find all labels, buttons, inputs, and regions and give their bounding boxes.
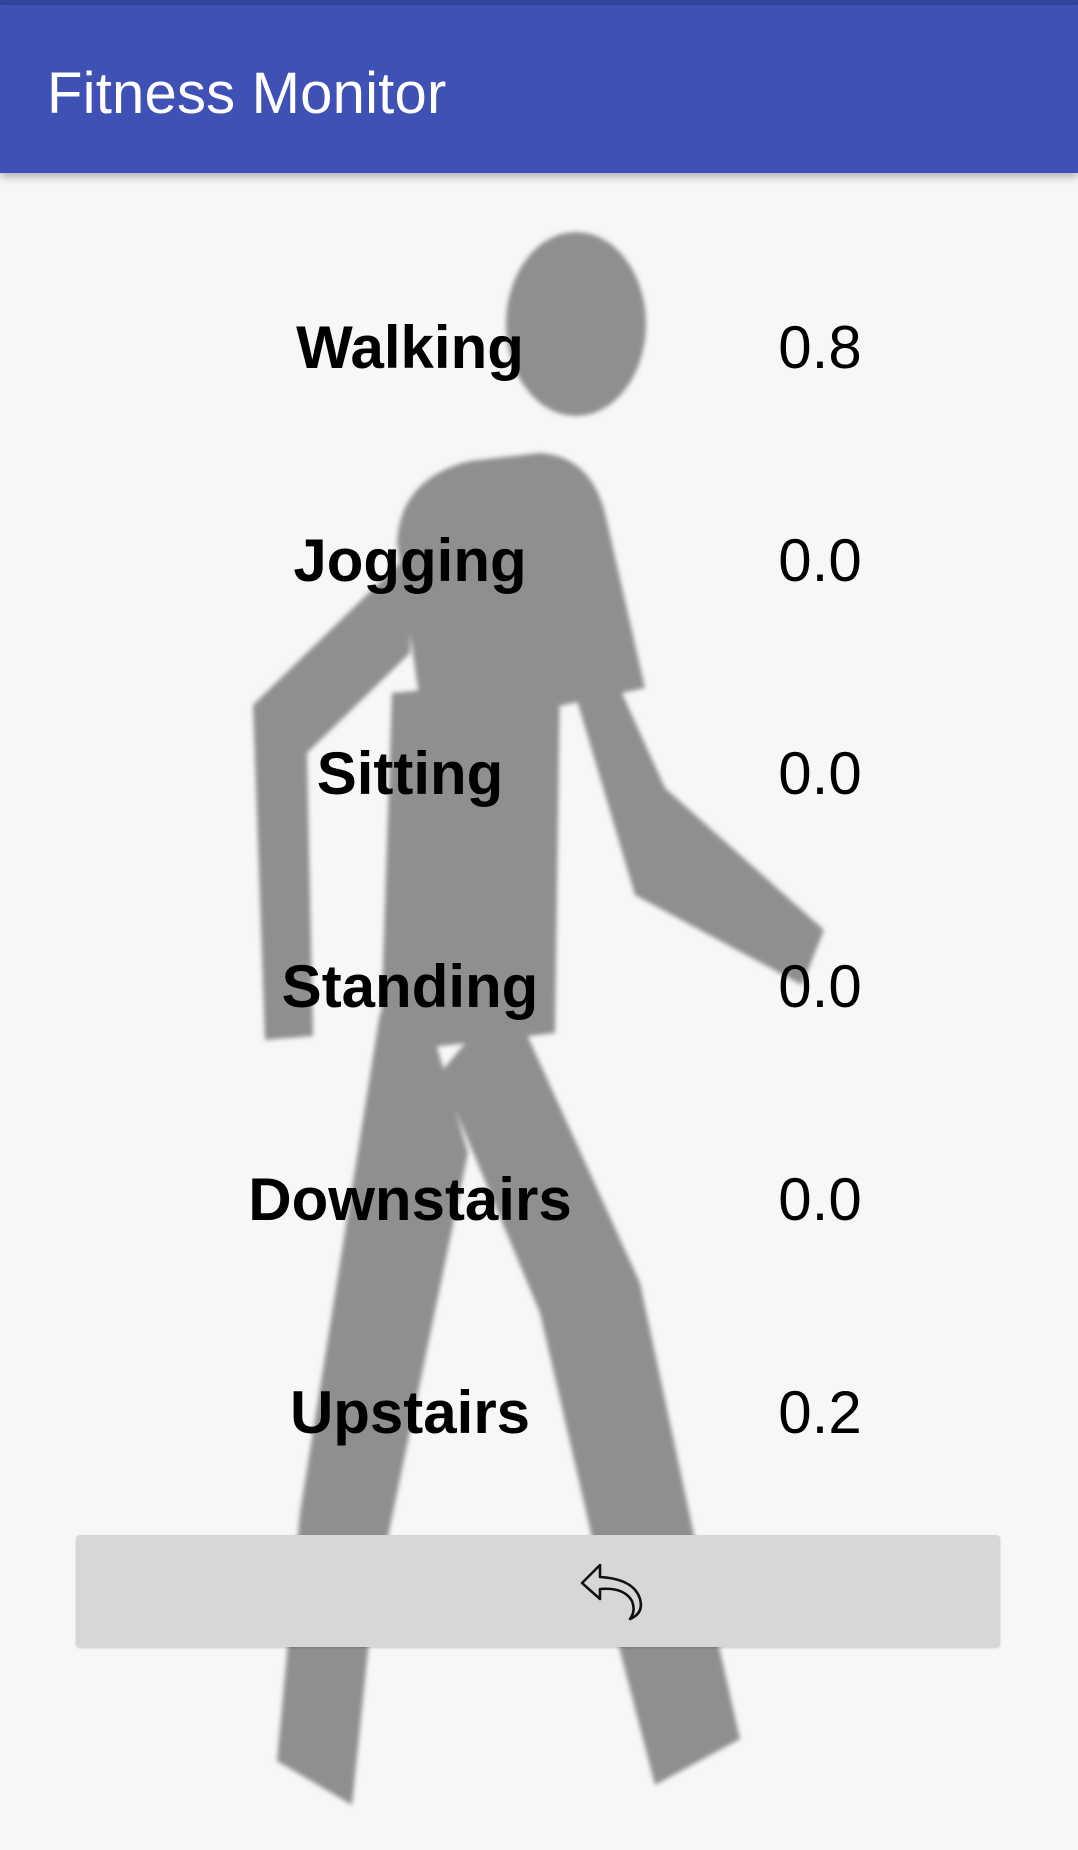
app-title: Fitness Monitor — [47, 61, 447, 126]
activity-label: Sitting — [316, 740, 504, 807]
activity-row-jogging: Jogging 0.0 — [0, 516, 1078, 606]
activity-label: Standing — [281, 953, 539, 1020]
activity-row-downstairs: Downstairs 0.0 — [0, 1155, 1078, 1245]
activity-value: 0.0 — [778, 953, 862, 1020]
activity-row-upstairs: Upstairs 0.2 — [0, 1368, 1078, 1458]
undo-arrow-icon — [580, 1563, 643, 1621]
activity-label: Walking — [296, 314, 524, 381]
activity-value: 0.8 — [778, 314, 862, 381]
app-bar: Fitness Monitor — [0, 5, 1078, 173]
activity-label: Jogging — [293, 527, 527, 594]
content-area: Walking 0.8 Jogging 0.0 Sitting 0.0 Stan… — [0, 173, 1078, 1850]
activity-value: 0.0 — [778, 1166, 862, 1233]
activity-row-standing: Standing 0.0 — [0, 942, 1078, 1032]
activity-value: 0.0 — [778, 527, 862, 594]
activity-row-sitting: Sitting 0.0 — [0, 729, 1078, 819]
activity-value: 0.0 — [778, 740, 862, 807]
activity-label: Upstairs — [289, 1379, 531, 1446]
activity-label: Downstairs — [248, 1166, 572, 1233]
activity-row-walking: Walking 0.8 — [0, 303, 1078, 393]
activity-value: 0.2 — [778, 1379, 862, 1446]
back-button[interactable] — [76, 1535, 1000, 1647]
